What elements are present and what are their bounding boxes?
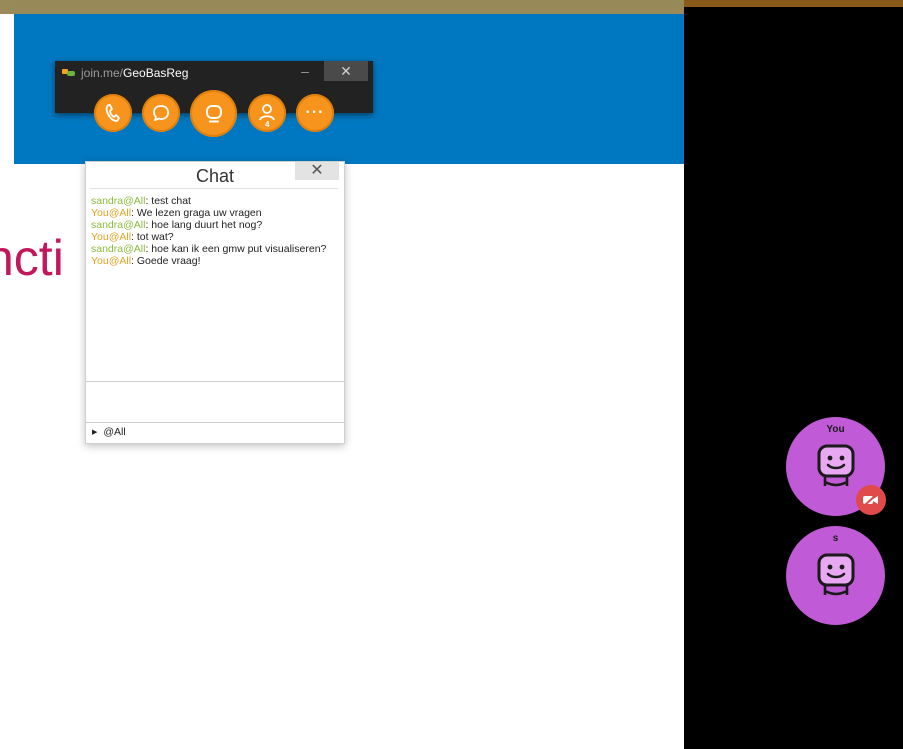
participant-name: You xyxy=(826,424,845,435)
message-sender: You@All xyxy=(91,231,132,243)
presentation-word-text: ncti xyxy=(0,230,64,286)
participant-name: s xyxy=(832,533,839,544)
top-stripe-right xyxy=(684,0,903,14)
presentation-partial-word: ncti xyxy=(0,228,86,288)
chat-close-button[interactable]: ✕ xyxy=(295,162,339,180)
more-icon: ··· xyxy=(305,104,325,121)
chat-icon xyxy=(153,105,169,121)
more-button[interactable]: ··· xyxy=(296,94,334,132)
participants-panel xyxy=(684,14,903,749)
joinme-titlebar[interactable]: join.me/GeoBasReg – ✕ xyxy=(55,61,373,85)
joinme-logo-icon xyxy=(62,69,76,77)
message-sender: sandra@All xyxy=(91,195,146,207)
meeting-code: GeoBasReg xyxy=(123,66,189,80)
message-text: : hoe kan ik een gmw put visualiseren? xyxy=(145,243,327,255)
participants-button[interactable]: 4 xyxy=(248,94,286,132)
chat-button[interactable] xyxy=(142,94,180,132)
message-sender: You@All xyxy=(91,207,132,219)
chat-message-input[interactable] xyxy=(86,381,344,423)
meeting-url-prefix: join.me/ xyxy=(81,66,124,80)
participant-count: 4 xyxy=(265,120,270,129)
chat-message: You@All: tot wat? xyxy=(91,231,336,243)
chat-window: Chat ✕ sandra@All: test chat You@All: We… xyxy=(85,161,345,444)
recipient-label: @All xyxy=(103,426,126,438)
message-sender: You@All xyxy=(91,255,132,267)
recipient-selector[interactable]: ▶ @All xyxy=(92,426,126,438)
robot-face-icon xyxy=(817,553,855,596)
top-stripe xyxy=(0,0,684,14)
chat-message: You@All: We lezen graga uw vragen xyxy=(91,207,336,219)
expand-arrow-icon: ▶ xyxy=(92,429,98,436)
screen-share-icon xyxy=(205,104,222,122)
chat-message: sandra@All: hoe lang duurt het nog? xyxy=(91,219,336,231)
message-sender: sandra@All xyxy=(91,219,146,231)
phone-button[interactable] xyxy=(94,94,132,132)
message-text: : tot wat? xyxy=(131,231,174,243)
chat-message: You@All: Goede vraag! xyxy=(91,255,336,267)
message-text: : test chat xyxy=(145,195,191,207)
divider xyxy=(90,188,338,189)
camera-off-icon xyxy=(856,485,886,515)
minimize-button[interactable]: – xyxy=(295,63,315,81)
participant-avatar-s[interactable]: s xyxy=(786,526,885,625)
chat-message: sandra@All: hoe kan ik een gmw put visua… xyxy=(91,243,336,255)
left-margin xyxy=(0,14,14,164)
meeting-url: join.me/GeoBasReg xyxy=(81,66,188,80)
message-text: : We lezen graga uw vragen xyxy=(131,207,262,219)
chat-log: sandra@All: test chat You@All: We lezen … xyxy=(91,195,336,267)
robot-face-icon xyxy=(817,444,855,487)
message-text: : Goede vraag! xyxy=(131,255,201,267)
phone-icon xyxy=(105,104,120,122)
chat-message: sandra@All: test chat xyxy=(91,195,336,207)
message-text: : hoe lang duurt het nog? xyxy=(145,219,263,231)
screen-share-button[interactable] xyxy=(190,90,237,137)
close-button[interactable]: ✕ xyxy=(324,61,368,81)
message-sender: sandra@All xyxy=(91,243,146,255)
